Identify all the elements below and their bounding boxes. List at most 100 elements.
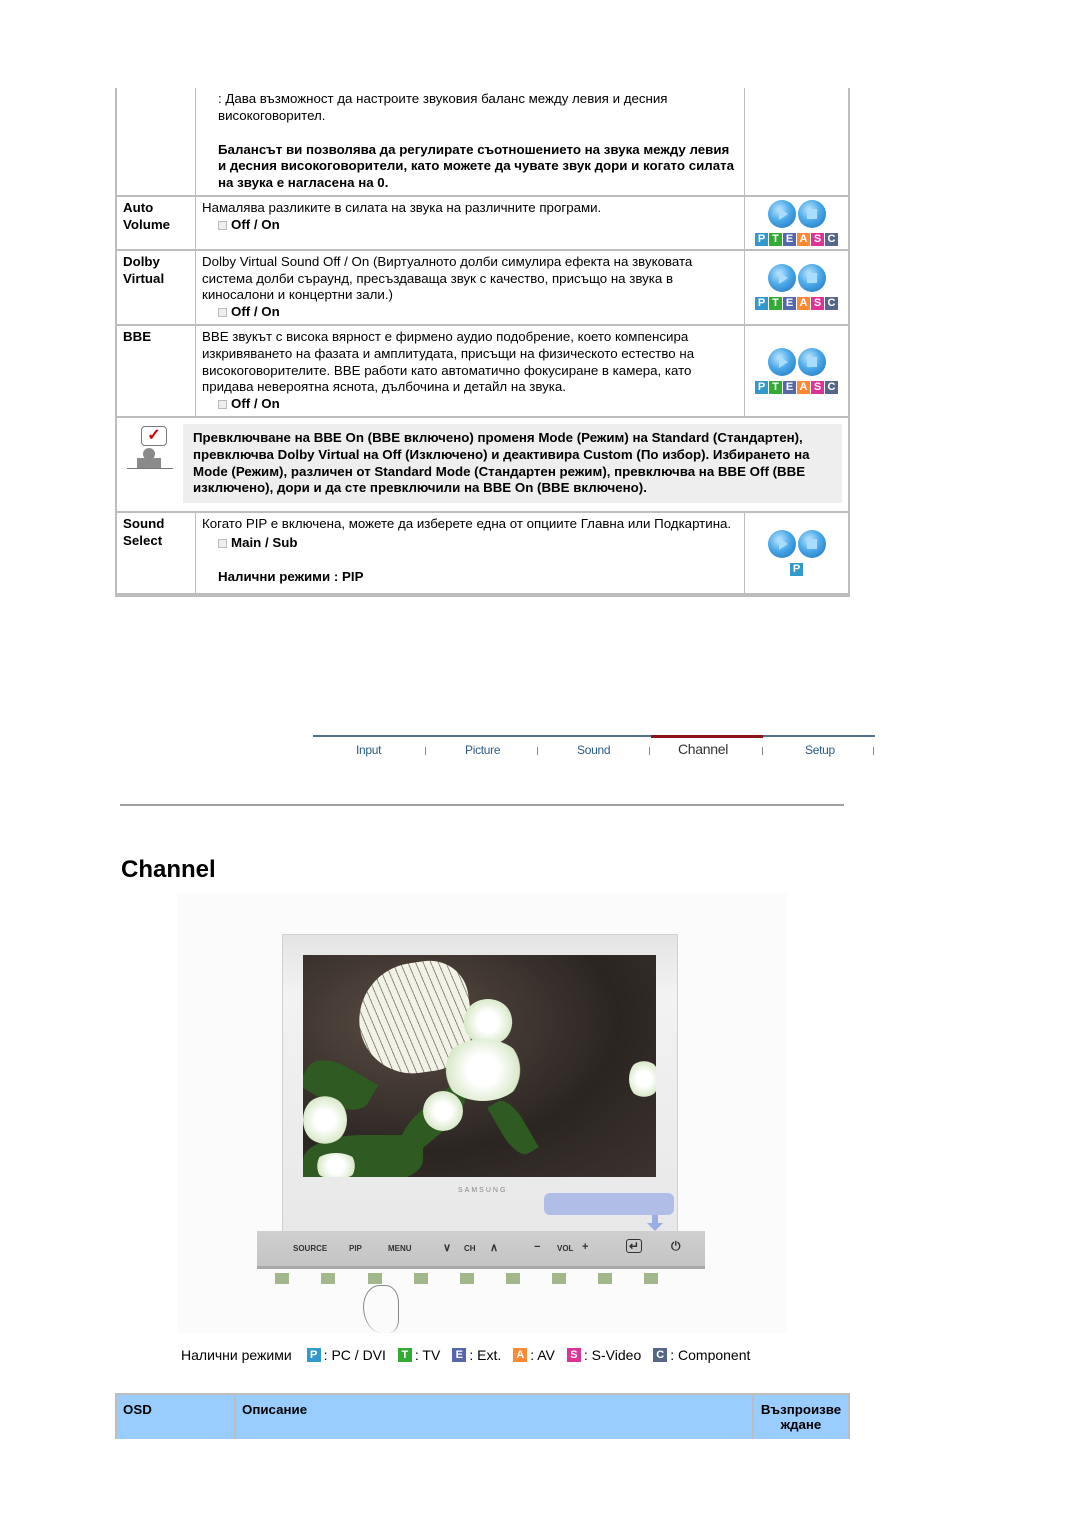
- mode-badge-e: E: [783, 232, 796, 246]
- button-highlight: [544, 1193, 674, 1215]
- arrow-head: [647, 1223, 663, 1231]
- physical-button[interactable]: [460, 1273, 474, 1284]
- bullet-icon: [218, 308, 227, 318]
- monitor-bezel: SAMSUNG: [282, 934, 678, 1234]
- flower: [629, 1059, 656, 1099]
- row-description: Когато PIP е включена, можете да изберет…: [202, 516, 732, 532]
- tab-input[interactable]: Input: [356, 743, 382, 757]
- mode-badges: PTEASC: [751, 380, 842, 394]
- tab-sound[interactable]: Sound: [577, 743, 611, 757]
- header-osd: OSD: [115, 1394, 236, 1439]
- checkmark-icon: ✓: [141, 425, 167, 446]
- hand-icon: [363, 1285, 399, 1333]
- tab-channel[interactable]: Channel: [678, 741, 728, 757]
- stop-icon[interactable]: [797, 264, 826, 293]
- bullet-icon: [218, 220, 227, 230]
- mode-badge-t: T: [769, 297, 782, 311]
- row-option: Off / On: [202, 304, 738, 321]
- legend-badge-c: C: [653, 1348, 668, 1362]
- legend-badge-a: A: [513, 1348, 528, 1362]
- tab-separator: [649, 747, 650, 755]
- leaf: [487, 1095, 539, 1160]
- mode-badge-p: P: [755, 297, 768, 311]
- play-icon[interactable]: [767, 348, 796, 377]
- physical-button[interactable]: [275, 1273, 289, 1284]
- stop-icon[interactable]: [797, 199, 826, 228]
- mode-badge-c: C: [825, 297, 838, 311]
- legend-text: : PC / DVI: [323, 1347, 386, 1363]
- physical-button[interactable]: [552, 1273, 566, 1284]
- section-nav: Input Picture Sound Channel Setup: [313, 735, 875, 765]
- mode-badge-s: S: [811, 380, 824, 394]
- power-button[interactable]: ⏻: [671, 1239, 681, 1254]
- row-option: Off / On: [202, 396, 738, 413]
- table-row-sound-select: Sound Select Когато PIP е включена, може…: [117, 513, 848, 595]
- source-button[interactable]: SOURCE: [293, 1244, 327, 1253]
- mode-badges: PTEASC: [751, 297, 842, 311]
- legend-text: : Ext.: [469, 1347, 502, 1363]
- ch-label: CH: [464, 1244, 476, 1253]
- play-icons[interactable]: [767, 529, 826, 558]
- row-description: Dolby Virtual Sound Off / On (Виртуалнот…: [202, 253, 693, 303]
- option-text: Main / Sub: [231, 534, 298, 550]
- play-icons[interactable]: [767, 264, 826, 293]
- play-icon[interactable]: [767, 264, 796, 293]
- physical-button[interactable]: [414, 1273, 428, 1284]
- physical-button[interactable]: [368, 1273, 382, 1284]
- row-name: BBE: [117, 325, 196, 418]
- row-name: Sound Select: [117, 513, 196, 595]
- stop-icon[interactable]: [797, 529, 826, 558]
- row-modes-cell: P: [745, 513, 848, 595]
- physical-button[interactable]: [598, 1273, 612, 1284]
- menu-button[interactable]: MENU: [388, 1244, 412, 1253]
- flower: [441, 1039, 525, 1101]
- monitor-screen-photo: [303, 955, 656, 1177]
- sound-settings-table: : Дава възможност да настроите звуковия …: [115, 88, 850, 597]
- vol-up-button[interactable]: +: [582, 1241, 588, 1253]
- header-description: Описание: [234, 1394, 754, 1439]
- available-modes-legend: Налични режими P: PC / DVI T: TV E: Ext.…: [181, 1347, 750, 1363]
- flower: [423, 1091, 463, 1131]
- tab-picture[interactable]: Picture: [465, 743, 501, 757]
- active-tab-indicator: [651, 735, 763, 738]
- play-icons[interactable]: [767, 199, 826, 228]
- ch-down-button[interactable]: ∨: [443, 1241, 451, 1254]
- mode-badges: PTEASC: [751, 232, 842, 246]
- legend-text: : AV: [530, 1347, 555, 1363]
- table-row-note: ✓ Превключване на BBE On (BBE включено) …: [117, 418, 848, 514]
- physical-button[interactable]: [506, 1273, 520, 1284]
- desk-line: [127, 467, 173, 469]
- vol-down-button[interactable]: −: [534, 1241, 540, 1253]
- mode-badge-c: C: [825, 380, 838, 394]
- pip-button[interactable]: PIP: [349, 1244, 362, 1253]
- row-description: BBE звукът с висока вярност е фирмено ау…: [202, 328, 695, 395]
- vol-label: VOL: [557, 1244, 574, 1253]
- section-title: Channel: [121, 856, 216, 883]
- physical-button[interactable]: [644, 1273, 658, 1284]
- play-icon[interactable]: [767, 529, 796, 558]
- mode-badge-e: E: [783, 297, 796, 311]
- person-body: [137, 457, 161, 468]
- mode-badge-p: P: [790, 562, 803, 576]
- stop-icon[interactable]: [797, 348, 826, 377]
- flower: [463, 999, 513, 1045]
- note-wrapper: ✓ Превключване на BBE On (BBE включено) …: [123, 423, 842, 504]
- balance-description: : Дава възможност да настроите звуковия …: [218, 91, 668, 123]
- flower: [303, 1095, 347, 1145]
- tab-setup[interactable]: Setup: [805, 743, 835, 757]
- balance-modes-cell: [745, 88, 848, 197]
- ch-up-button[interactable]: ∧: [490, 1241, 498, 1254]
- row-option: Off / On: [202, 217, 738, 234]
- play-icons[interactable]: [767, 348, 826, 377]
- row-description-cell: Dolby Virtual Sound Off / On (Виртуалнот…: [196, 250, 745, 326]
- play-icon[interactable]: [767, 199, 796, 228]
- note-text: Превключване на BBE On (BBE включено) пр…: [183, 423, 842, 504]
- physical-button[interactable]: [321, 1273, 335, 1284]
- mode-badges: P: [751, 562, 842, 576]
- legend-text: : TV: [414, 1347, 441, 1363]
- legend-label: Налични режими: [181, 1347, 292, 1363]
- enter-button[interactable]: ↵: [626, 1239, 643, 1253]
- table-row-dolby-virtual: Dolby Virtual Dolby Virtual Sound Off / …: [117, 250, 848, 326]
- mode-badge-t: T: [769, 380, 782, 394]
